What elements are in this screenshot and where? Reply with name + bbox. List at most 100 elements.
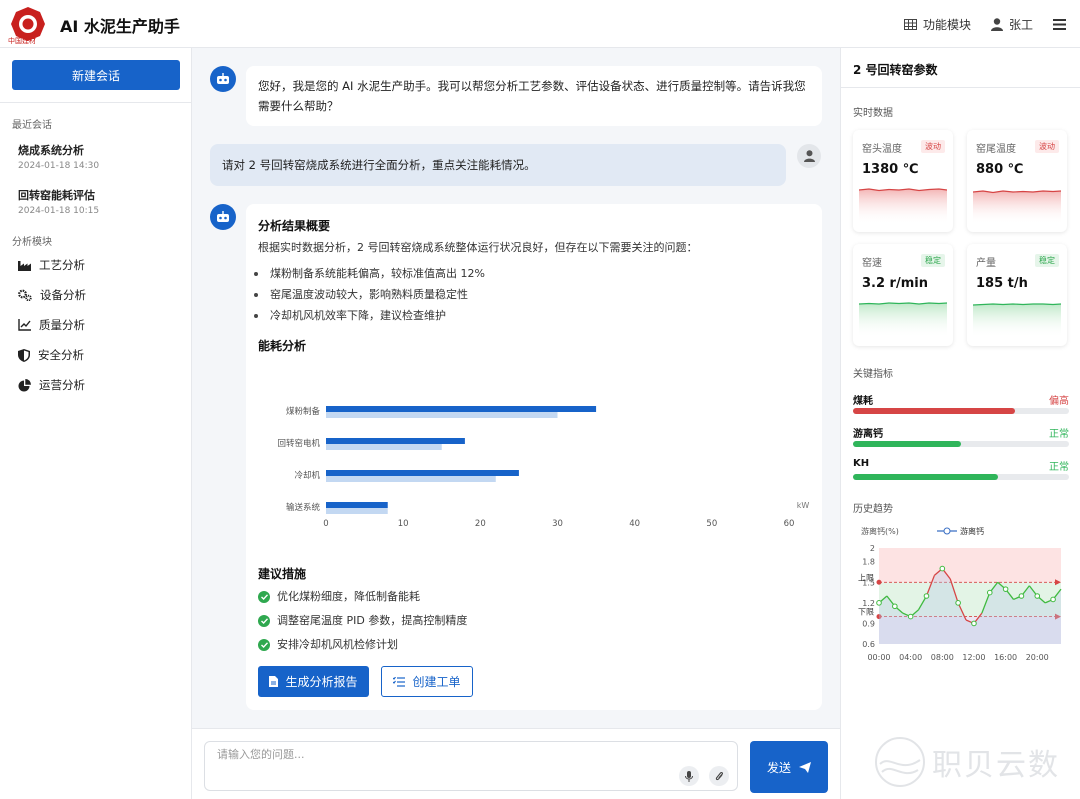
line-chart-icon bbox=[18, 319, 31, 331]
question-input-box bbox=[204, 741, 738, 791]
issue-bullet: 煤粉制备系统能耗偏高，较标准值高出 12% bbox=[254, 264, 485, 284]
metric-name: 窑尾温度 bbox=[976, 144, 1016, 155]
energy-heading: 能耗分析 bbox=[258, 339, 307, 353]
legend-marker bbox=[943, 527, 951, 535]
paper-plane-icon bbox=[799, 761, 811, 773]
pie-chart-icon bbox=[18, 378, 31, 391]
indicator-fill bbox=[853, 441, 961, 447]
indicator-name: 游离钙 bbox=[853, 429, 883, 440]
app-title: AI 水泥生产助手 bbox=[60, 17, 180, 36]
category-label: 冷却机 bbox=[294, 470, 320, 481]
x-tick-label: 60 bbox=[784, 519, 795, 529]
metric-value: 1380 ℃ bbox=[862, 162, 919, 177]
hamburger-menu-icon[interactable] bbox=[1053, 18, 1066, 30]
x-tick-label: 16:00 bbox=[994, 653, 1017, 662]
category-label: 煤粉制备 bbox=[286, 406, 321, 417]
voice-input-button[interactable] bbox=[679, 766, 699, 786]
suggestion-item: 安排冷却机风机检修计划 bbox=[258, 635, 398, 655]
watermark-logo-icon bbox=[875, 737, 925, 787]
recent-chat-item[interactable]: 回转窑能耗评估 2024-01-18 10:15 bbox=[18, 187, 99, 216]
indicator-status: 偏高 bbox=[1049, 396, 1069, 407]
robot-icon bbox=[217, 73, 229, 84]
user-menu[interactable]: 张工 bbox=[990, 16, 1033, 33]
trend-point bbox=[939, 565, 946, 572]
bar-primary bbox=[326, 502, 388, 508]
category-label: 输送系统 bbox=[286, 502, 321, 513]
module-label: 运营分析 bbox=[39, 378, 85, 392]
module-label: 设备分析 bbox=[40, 288, 86, 302]
check-circle-icon bbox=[258, 639, 270, 651]
legend-label: 游离钙 bbox=[960, 526, 984, 536]
create-work-order-button[interactable]: 创建工单 bbox=[381, 666, 473, 697]
recent-chat-title: 回转窑能耗评估 bbox=[18, 189, 95, 202]
trend-point bbox=[955, 600, 961, 606]
attach-file-button[interactable] bbox=[709, 766, 729, 786]
indicator-free-lime: 游离钙 正常 bbox=[853, 425, 1069, 447]
question-input[interactable] bbox=[217, 748, 617, 761]
category-label: 回转窑电机 bbox=[277, 438, 320, 449]
suggestion-text: 优化煤粉细度，降低制备能耗 bbox=[277, 590, 420, 603]
gears-icon bbox=[18, 289, 32, 301]
key-indicators-label: 关键指标 bbox=[853, 369, 893, 380]
indicator-name: 煤耗 bbox=[853, 396, 873, 407]
panel-title: 2 号回转窑参数 bbox=[853, 63, 938, 77]
user-avatar bbox=[797, 144, 821, 168]
send-button[interactable]: 发送 bbox=[750, 741, 828, 793]
sparkline bbox=[859, 188, 947, 224]
new-chat-button[interactable]: 新建会话 bbox=[12, 60, 180, 90]
x-tick-label: 10 bbox=[398, 519, 409, 529]
bar-secondary bbox=[326, 444, 442, 450]
module-item-equipment[interactable]: 设备分析 bbox=[18, 287, 86, 303]
generate-report-button[interactable]: 生成分析报告 bbox=[258, 666, 369, 697]
module-item-operations[interactable]: 运营分析 bbox=[18, 377, 85, 393]
metric-card-output: 产量 稳定 185 t/h bbox=[967, 244, 1067, 346]
indicator-track bbox=[853, 474, 1069, 480]
shield-icon bbox=[18, 348, 30, 362]
module-item-process[interactable]: 工艺分析 bbox=[18, 257, 85, 273]
limit-dot bbox=[876, 579, 882, 585]
panel-divider bbox=[841, 87, 1080, 88]
bar-secondary bbox=[326, 476, 496, 482]
x-tick-label: 08:00 bbox=[931, 653, 954, 662]
module-item-safety[interactable]: 安全分析 bbox=[18, 347, 84, 363]
x-tick-label: 20 bbox=[475, 519, 486, 529]
sparkline bbox=[973, 190, 1061, 224]
function-modules-button[interactable]: 功能模块 bbox=[903, 16, 971, 33]
generate-report-label: 生成分析报告 bbox=[285, 674, 358, 689]
issue-bullet: 窑尾温度波动较大，影响熟料质量稳定性 bbox=[254, 285, 468, 305]
module-item-quality[interactable]: 质量分析 bbox=[18, 317, 85, 333]
analysis-modules-label: 分析模块 bbox=[12, 237, 52, 248]
suggestion-text: 安排冷却机风机检修计划 bbox=[277, 638, 398, 651]
bar-primary bbox=[326, 470, 519, 476]
result-intro: 根据实时数据分析，2 号回转窑烧成系统整体运行状况良好，但存在以下需要关注的问题… bbox=[258, 241, 698, 254]
limit-label: 上限 bbox=[858, 573, 874, 582]
bar-primary bbox=[326, 438, 465, 444]
chat-area: 您好，我是您的 AI 水泥生产助手。我可以帮您分析工艺参数、评估设备状态、进行质… bbox=[192, 48, 840, 728]
y-tick-label: 0.9 bbox=[862, 619, 875, 628]
sidebar: 新建会话 最近会话 烧成系统分析 2024-01-18 14:30 回转窑能耗评… bbox=[0, 48, 192, 799]
indicator-status: 正常 bbox=[1049, 462, 1069, 473]
recent-chats-label: 最近会话 bbox=[12, 120, 52, 131]
status-badge: 稳定 bbox=[921, 254, 945, 267]
top-bar: 中国建材 AI 水泥生产助手 功能模块 张工 bbox=[0, 0, 1080, 48]
suggestion-item: 调整窑尾温度 PID 参数，提高控制精度 bbox=[258, 611, 467, 631]
trend-point bbox=[1050, 596, 1056, 603]
y-tick-label: 2 bbox=[870, 544, 875, 553]
recent-chat-item[interactable]: 烧成系统分析 2024-01-18 14:30 bbox=[18, 142, 99, 171]
status-badge: 稳定 bbox=[1035, 254, 1059, 267]
trend-point bbox=[1034, 593, 1041, 599]
metric-card-kiln-head-temp: 窑头温度 波动 1380 ℃ bbox=[853, 130, 953, 232]
analysis-result-message: 分析结果概要 根据实时数据分析，2 号回转窑烧成系统整体运行状况良好，但存在以下… bbox=[246, 204, 822, 710]
paperclip-icon bbox=[715, 771, 723, 780]
suggestion-text: 调整窑尾温度 PID 参数，提高控制精度 bbox=[277, 614, 468, 627]
x-tick-label: 20:00 bbox=[1026, 653, 1049, 662]
trend-point bbox=[876, 600, 882, 606]
energy-bar-chart: 煤粉制备回转窑电机冷却机输送系统0 10 20 30 40 50 60kW bbox=[277, 406, 809, 529]
bar-secondary bbox=[326, 508, 388, 514]
history-trend-label: 历史趋势 bbox=[853, 504, 893, 515]
logo-text: 中国建材 bbox=[8, 37, 36, 45]
send-label: 发送 bbox=[766, 760, 791, 775]
indicator-track bbox=[853, 408, 1069, 414]
x-tick-label: 0 bbox=[323, 519, 328, 529]
trend-point bbox=[907, 613, 914, 620]
